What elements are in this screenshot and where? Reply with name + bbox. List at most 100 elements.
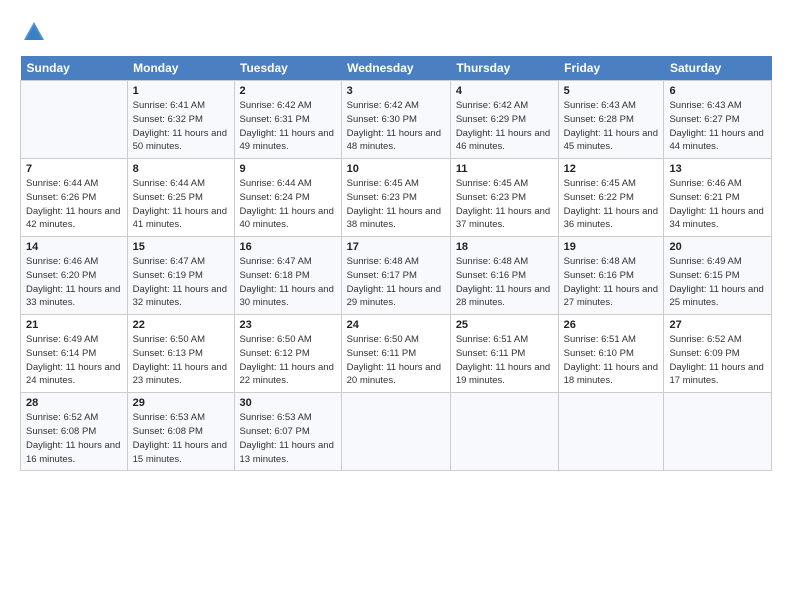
day-info: Sunrise: 6:42 AMSunset: 6:31 PMDaylight:… (240, 99, 336, 154)
day-info: Sunrise: 6:52 AMSunset: 6:09 PMDaylight:… (669, 333, 766, 388)
day-number: 20 (669, 241, 766, 253)
day-cell: 24 Sunrise: 6:50 AMSunset: 6:11 PMDayligh… (341, 315, 450, 393)
day-info: Sunrise: 6:50 AMSunset: 6:12 PMDaylight:… (240, 333, 336, 388)
day-cell: 23 Sunrise: 6:50 AMSunset: 6:12 PMDayligh… (234, 315, 341, 393)
day-number: 13 (669, 163, 766, 175)
day-cell: 27 Sunrise: 6:52 AMSunset: 6:09 PMDayligh… (664, 315, 772, 393)
day-cell: 16 Sunrise: 6:47 AMSunset: 6:18 PMDayligh… (234, 237, 341, 315)
header (20, 18, 772, 46)
day-number: 8 (133, 163, 229, 175)
day-info: Sunrise: 6:44 AMSunset: 6:26 PMDaylight:… (26, 177, 122, 232)
day-number: 7 (26, 163, 122, 175)
day-cell (21, 81, 128, 159)
logo-icon (20, 18, 48, 46)
header-cell-friday: Friday (558, 56, 664, 81)
day-number: 12 (564, 163, 659, 175)
day-cell: 4 Sunrise: 6:42 AMSunset: 6:29 PMDaylight… (450, 81, 558, 159)
day-info: Sunrise: 6:48 AMSunset: 6:17 PMDaylight:… (347, 255, 445, 310)
day-info: Sunrise: 6:44 AMSunset: 6:25 PMDaylight:… (133, 177, 229, 232)
day-number: 27 (669, 319, 766, 331)
day-cell (341, 393, 450, 471)
day-number: 17 (347, 241, 445, 253)
day-number: 2 (240, 85, 336, 97)
day-cell: 18Sunrise: 6:48 AMSunset: 6:16 PMDayligh… (450, 237, 558, 315)
day-cell: 2 Sunrise: 6:42 AMSunset: 6:31 PMDaylight… (234, 81, 341, 159)
day-cell: 6 Sunrise: 6:43 AMSunset: 6:27 PMDaylight… (664, 81, 772, 159)
week-row-1: 1 Sunrise: 6:41 AMSunset: 6:32 PMDaylight… (21, 81, 772, 159)
day-cell: 14 Sunrise: 6:46 AMSunset: 6:20 PMDayligh… (21, 237, 128, 315)
day-cell: 8 Sunrise: 6:44 AMSunset: 6:25 PMDaylight… (127, 159, 234, 237)
day-number: 3 (347, 85, 445, 97)
day-number: 15 (133, 241, 229, 253)
day-info: Sunrise: 6:46 AMSunset: 6:21 PMDaylight:… (669, 177, 766, 232)
day-info: Sunrise: 6:43 AMSunset: 6:27 PMDaylight:… (669, 99, 766, 154)
day-cell: 21Sunrise: 6:49 AMSunset: 6:14 PMDayligh… (21, 315, 128, 393)
day-number: 26 (564, 319, 659, 331)
day-number: 9 (240, 163, 336, 175)
day-cell: 9 Sunrise: 6:44 AMSunset: 6:24 PMDaylight… (234, 159, 341, 237)
day-cell: 22 Sunrise: 6:50 AMSunset: 6:13 PMDayligh… (127, 315, 234, 393)
logo (20, 18, 51, 46)
day-cell: 13 Sunrise: 6:46 AMSunset: 6:21 PMDayligh… (664, 159, 772, 237)
header-cell-thursday: Thursday (450, 56, 558, 81)
day-cell: 19 Sunrise: 6:48 AMSunset: 6:16 PMDayligh… (558, 237, 664, 315)
day-number: 11 (456, 163, 553, 175)
day-info: Sunrise: 6:47 AMSunset: 6:19 PMDaylight:… (133, 255, 229, 310)
day-cell: 15 Sunrise: 6:47 AMSunset: 6:19 PMDayligh… (127, 237, 234, 315)
day-number: 21 (26, 319, 122, 331)
day-number: 16 (240, 241, 336, 253)
header-row: SundayMondayTuesdayWednesdayThursdayFrid… (21, 56, 772, 81)
day-number: 1 (133, 85, 229, 97)
page: SundayMondayTuesdayWednesdayThursdayFrid… (0, 0, 792, 612)
day-info: Sunrise: 6:50 AMSunset: 6:13 PMDaylight:… (133, 333, 229, 388)
day-info: Sunrise: 6:52 AMSunset: 6:08 PMDaylight:… (26, 411, 122, 466)
day-number: 4 (456, 85, 553, 97)
day-cell: 25 Sunrise: 6:51 AMSunset: 6:11 PMDayligh… (450, 315, 558, 393)
day-number: 6 (669, 85, 766, 97)
day-info: Sunrise: 6:43 AMSunset: 6:28 PMDaylight:… (564, 99, 659, 154)
day-cell: 17 Sunrise: 6:48 AMSunset: 6:17 PMDayligh… (341, 237, 450, 315)
day-cell: 26 Sunrise: 6:51 AMSunset: 6:10 PMDayligh… (558, 315, 664, 393)
day-number: 25 (456, 319, 553, 331)
header-cell-sunday: Sunday (21, 56, 128, 81)
day-info: Sunrise: 6:45 AMSunset: 6:22 PMDaylight:… (564, 177, 659, 232)
day-cell: 10 Sunrise: 6:45 AMSunset: 6:23 PMDayligh… (341, 159, 450, 237)
day-info: Sunrise: 6:49 AMSunset: 6:15 PMDaylight:… (669, 255, 766, 310)
day-number: 14 (26, 241, 122, 253)
day-info: Sunrise: 6:44 AMSunset: 6:24 PMDaylight:… (240, 177, 336, 232)
day-number: 10 (347, 163, 445, 175)
day-number: 30 (240, 397, 336, 409)
day-cell: 20 Sunrise: 6:49 AMSunset: 6:15 PMDayligh… (664, 237, 772, 315)
day-cell (664, 393, 772, 471)
day-info: Sunrise: 6:45 AMSunset: 6:23 PMDaylight:… (347, 177, 445, 232)
day-number: 22 (133, 319, 229, 331)
day-cell: 11 Sunrise: 6:45 AMSunset: 6:23 PMDayligh… (450, 159, 558, 237)
day-cell: 3Sunrise: 6:42 AMSunset: 6:30 PMDaylight… (341, 81, 450, 159)
header-cell-saturday: Saturday (664, 56, 772, 81)
day-cell (558, 393, 664, 471)
header-cell-wednesday: Wednesday (341, 56, 450, 81)
day-number: 18 (456, 241, 553, 253)
day-info: Sunrise: 6:47 AMSunset: 6:18 PMDaylight:… (240, 255, 336, 310)
day-number: 24 (347, 319, 445, 331)
day-info: Sunrise: 6:46 AMSunset: 6:20 PMDaylight:… (26, 255, 122, 310)
day-info: Sunrise: 6:41 AMSunset: 6:32 PMDaylight:… (133, 99, 229, 154)
day-info: Sunrise: 6:51 AMSunset: 6:10 PMDaylight:… (564, 333, 659, 388)
day-info: Sunrise: 6:50 AMSunset: 6:11 PMDaylight:… (347, 333, 445, 388)
day-info: Sunrise: 6:51 AMSunset: 6:11 PMDaylight:… (456, 333, 553, 388)
day-cell: 29Sunrise: 6:53 AMSunset: 6:08 PMDayligh… (127, 393, 234, 471)
day-number: 19 (564, 241, 659, 253)
day-number: 28 (26, 397, 122, 409)
day-cell: 7 Sunrise: 6:44 AMSunset: 6:26 PMDaylight… (21, 159, 128, 237)
week-row-5: 28 Sunrise: 6:52 AMSunset: 6:08 PMDayligh… (21, 393, 772, 471)
calendar-table: SundayMondayTuesdayWednesdayThursdayFrid… (20, 56, 772, 471)
day-info: Sunrise: 6:42 AMSunset: 6:29 PMDaylight:… (456, 99, 553, 154)
day-number: 29 (133, 397, 229, 409)
day-number: 23 (240, 319, 336, 331)
day-info: Sunrise: 6:45 AMSunset: 6:23 PMDaylight:… (456, 177, 553, 232)
week-row-3: 14 Sunrise: 6:46 AMSunset: 6:20 PMDayligh… (21, 237, 772, 315)
day-info: Sunrise: 6:48 AMSunset: 6:16 PMDaylight:… (564, 255, 659, 310)
day-cell (450, 393, 558, 471)
day-cell: 30Sunrise: 6:53 AMSunset: 6:07 PMDayligh… (234, 393, 341, 471)
day-cell: 12 Sunrise: 6:45 AMSunset: 6:22 PMDayligh… (558, 159, 664, 237)
